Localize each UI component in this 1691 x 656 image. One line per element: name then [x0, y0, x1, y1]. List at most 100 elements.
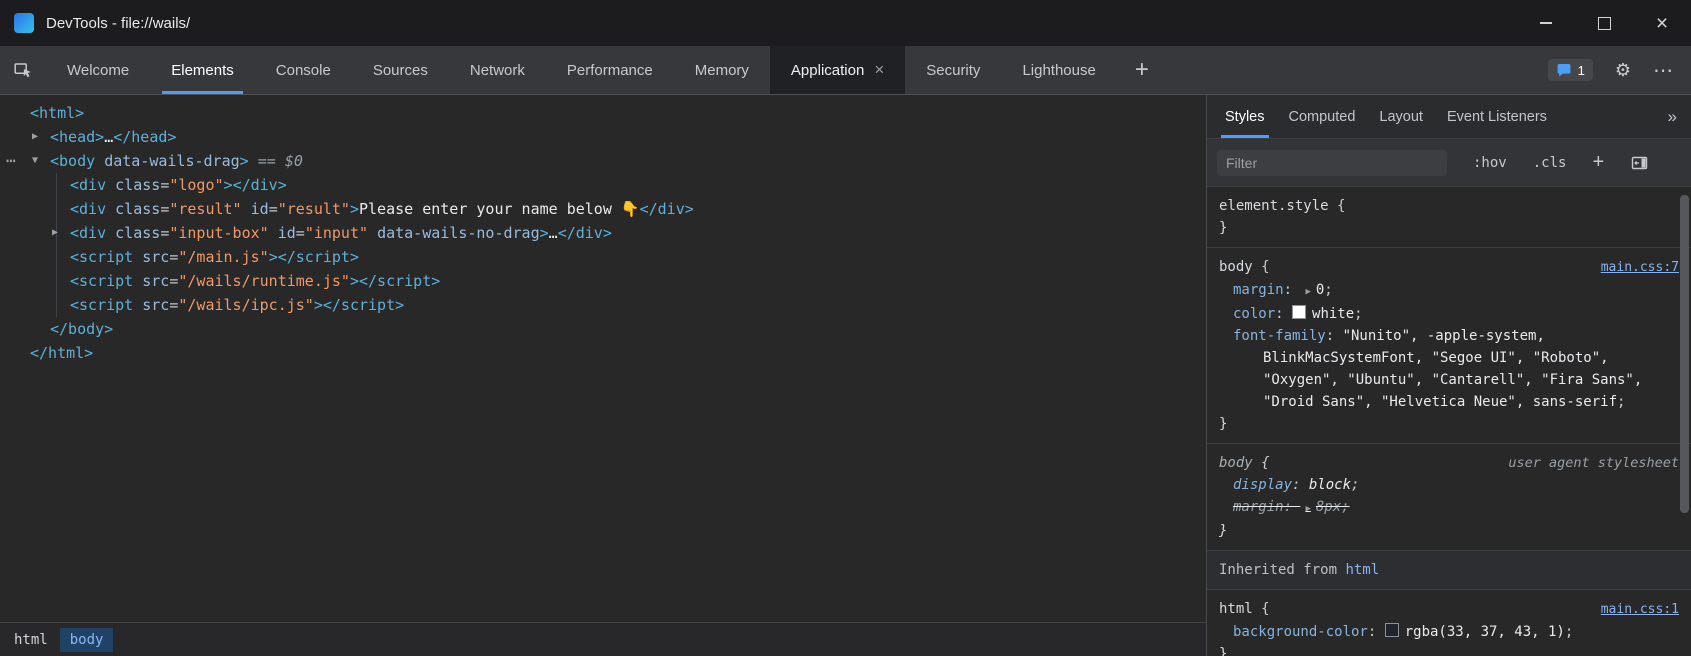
tab-network[interactable]: Network [449, 46, 546, 94]
add-panel-button[interactable]: + [1117, 46, 1167, 94]
dom-tree-row[interactable]: ▶<div class="input-box" id="input" data-… [0, 221, 1206, 245]
selected-node-marker: == $0 [249, 152, 303, 170]
syntax-token: src [142, 248, 169, 266]
elements-panel: <html>▶<head>…</head>⋯▼<body data-wails-… [0, 95, 1206, 656]
syntax-token [269, 224, 278, 242]
color-swatch[interactable] [1385, 623, 1399, 637]
inspect-element-button[interactable] [0, 46, 46, 94]
css-selector[interactable]: body [1219, 259, 1253, 275]
maximize-button[interactable] [1575, 0, 1633, 46]
css-property-value[interactable]: white [1312, 306, 1354, 322]
color-swatch[interactable] [1292, 305, 1306, 319]
syntax-token: <div [70, 200, 106, 218]
titlebar-left: DevTools - file://wails/ [0, 13, 1517, 33]
css-declaration[interactable]: color: white; [1207, 303, 1691, 325]
syntax-token: > [224, 176, 233, 194]
tab-memory[interactable]: Memory [674, 46, 770, 94]
syntax-token [106, 200, 115, 218]
sidebar-tab-computed[interactable]: Computed [1277, 95, 1368, 138]
css-property-name[interactable]: margin [1233, 282, 1284, 298]
css-declaration[interactable]: font-family: "Nunito", -apple-system, Bl… [1207, 325, 1691, 413]
css-property-value[interactable]: rgba(33, 37, 43, 1) [1405, 624, 1565, 640]
stylesheet-link[interactable]: main.css:7 [1601, 257, 1679, 279]
css-property-name[interactable]: background-color [1233, 624, 1368, 640]
syntax-token: data-wails-drag [104, 152, 239, 170]
sidebar-tab-event-listeners[interactable]: Event Listeners [1435, 95, 1559, 138]
sidebar-tab-layout[interactable]: Layout [1367, 95, 1435, 138]
css-property-name[interactable]: font-family [1233, 328, 1326, 344]
more-sidebar-tabs-icon[interactable]: » [1654, 95, 1691, 138]
css-property-value[interactable]: 8px [1316, 499, 1341, 515]
sidebar-tab-styles[interactable]: Styles [1213, 95, 1277, 138]
syntax-token: </html> [30, 344, 93, 362]
tab-label: Network [470, 62, 525, 79]
dom-tree-row[interactable]: <html> [0, 101, 1206, 125]
dom-tree-row[interactable]: <script src="/main.js"></script> [0, 245, 1206, 269]
punctuation: ; [1324, 282, 1332, 298]
punctuation: { [1253, 259, 1270, 275]
css-declaration[interactable]: margin: ▶0; [1207, 279, 1691, 303]
element-classes-button[interactable]: .cls [1533, 155, 1567, 171]
declaration-text: background-color: rgba(33, 37, 43, 1); [1233, 624, 1573, 640]
new-style-rule-button[interactable]: + [1592, 151, 1604, 174]
tab-label: Memory [695, 62, 749, 79]
syntax-token [368, 224, 377, 242]
syntax-token: > [314, 296, 323, 314]
punctuation: { [1253, 601, 1270, 617]
minimize-button[interactable] [1517, 0, 1575, 46]
sidebar-tab-strip: StylesComputedLayoutEvent Listeners [1213, 95, 1559, 138]
dom-tree-row[interactable]: </body> [0, 317, 1206, 341]
tab-welcome[interactable]: Welcome [46, 46, 150, 94]
settings-gear-icon[interactable]: ⚙ [1615, 60, 1631, 81]
tab-application[interactable]: Application× [770, 46, 905, 94]
css-declaration[interactable]: margin: ▶8px; [1207, 496, 1691, 520]
dom-tree-row[interactable]: <script src="/wails/ipc.js"></script> [0, 293, 1206, 317]
styles-filter-input[interactable] [1217, 150, 1447, 176]
css-selector[interactable]: html [1219, 601, 1253, 617]
breadcrumb-body[interactable]: body [60, 628, 114, 652]
row-menu-icon[interactable]: ⋯ [6, 149, 16, 173]
more-options-icon[interactable]: ⋯ [1653, 58, 1673, 83]
scrollbar-thumb[interactable] [1680, 195, 1689, 513]
syntax-token: "input-box" [169, 224, 268, 242]
stylesheet-origin-note: user agent stylesheet [1508, 452, 1679, 474]
tab-performance[interactable]: Performance [546, 46, 674, 94]
tab-console[interactable]: Console [255, 46, 352, 94]
css-property-name[interactable]: margin [1233, 499, 1284, 515]
css-property-name[interactable]: display [1233, 477, 1292, 493]
syntax-token: <div [70, 224, 106, 242]
inherited-node-link[interactable]: html [1345, 562, 1379, 578]
stylesheet-link[interactable]: main.css:1 [1601, 599, 1679, 621]
css-selector[interactable]: body [1219, 455, 1253, 471]
css-declaration[interactable]: background-color: rgba(33, 37, 43, 1); [1207, 621, 1691, 643]
expand-collapsed-icon[interactable]: ▶ [52, 221, 58, 245]
expand-expanded-icon[interactable]: ▼ [32, 149, 38, 173]
css-declaration[interactable]: display: block; [1207, 474, 1691, 496]
tab-security[interactable]: Security [905, 46, 1001, 94]
dom-tree-row[interactable]: ▶<head>…</head> [0, 125, 1206, 149]
close-tab-icon[interactable]: × [874, 60, 884, 80]
feedback-button[interactable]: 1 [1548, 59, 1593, 81]
css-selector[interactable]: element.style [1219, 198, 1329, 214]
punctuation: ; [1617, 394, 1625, 410]
expand-collapsed-icon[interactable]: ▶ [32, 125, 38, 149]
dom-tree-row[interactable]: <div class="logo"></div> [0, 173, 1206, 197]
dom-tree-row[interactable]: <div class="result" id="result">Please e… [0, 197, 1206, 221]
expand-shorthand-icon[interactable]: ▶ [1305, 287, 1310, 297]
expand-shorthand-icon[interactable]: ▶ [1305, 504, 1310, 514]
breadcrumb-html[interactable]: html [4, 628, 58, 652]
dom-tree-row[interactable]: </html> [0, 341, 1206, 365]
tab-elements[interactable]: Elements [150, 46, 255, 94]
css-property-value[interactable]: block [1309, 477, 1351, 493]
close-button[interactable]: × [1633, 0, 1691, 46]
tab-label: Elements [171, 62, 234, 79]
css-property-name[interactable]: color [1233, 306, 1275, 322]
tab-sources[interactable]: Sources [352, 46, 449, 94]
toggle-hover-state-button[interactable]: :hov [1473, 155, 1507, 171]
tab-label: Security [926, 62, 980, 79]
tab-lighthouse[interactable]: Lighthouse [1001, 46, 1116, 94]
dom-tree-row[interactable]: ⋯▼<body data-wails-drag> == $0 [0, 149, 1206, 173]
syntax-token: <script [70, 248, 133, 266]
computed-sidebar-toggle-icon[interactable] [1630, 154, 1649, 172]
dom-tree-row[interactable]: <script src="/wails/runtime.js"></script… [0, 269, 1206, 293]
